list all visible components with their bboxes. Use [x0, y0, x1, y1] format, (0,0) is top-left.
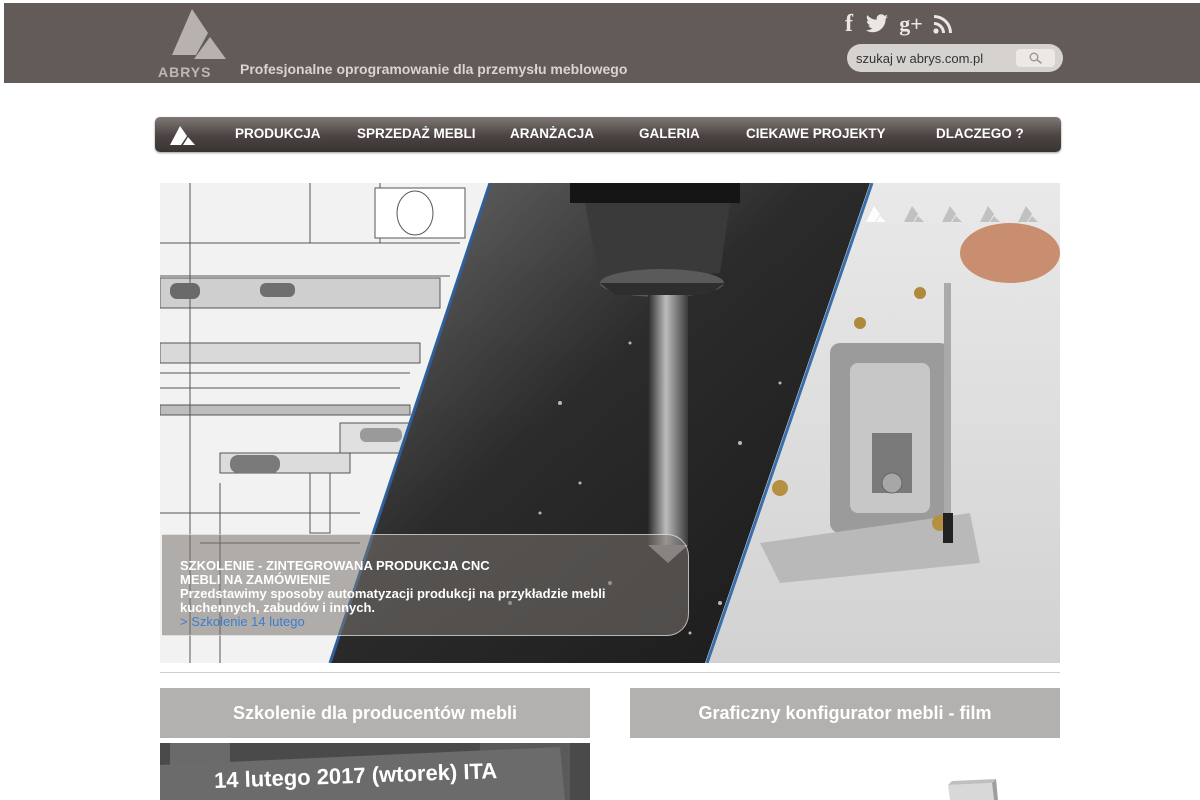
nav-item-produkcja[interactable]: PRODUKCJA [235, 126, 321, 141]
abrys-logo-icon [172, 9, 226, 59]
twitter-icon[interactable] [864, 11, 890, 37]
section-divider [160, 672, 1060, 673]
slide-2-dot-icon[interactable] [902, 205, 926, 223]
search-icon [1029, 52, 1042, 64]
nav-item-sprzedaz-mebli[interactable]: SPRZEDAŻ MEBLI [357, 126, 476, 141]
search-box [847, 44, 1063, 72]
box-training-title[interactable]: Szkolenie dla producentów mebli [160, 688, 590, 738]
box-training-image[interactable]: 14 lutego 2017 (wtorek) ITA [160, 743, 590, 800]
social-links: f g+ [842, 11, 954, 37]
nav-item-ciekawe-projekty[interactable]: CIEKAWE PROJEKTY [746, 126, 886, 141]
box-configurator-title[interactable]: Graficzny konfigurator mebli - film [630, 688, 1060, 738]
main-nav: PRODUKCJA SPRZEDAŻ MEBLI ARANŻACJA GALER… [155, 117, 1061, 152]
slide-4-dot-icon[interactable] [978, 205, 1002, 223]
search-input[interactable] [856, 49, 1006, 67]
logo-text: ABRYS [158, 64, 212, 80]
caption-title-line2: MEBLI NA ZAMÓWIENIE [180, 572, 331, 587]
facebook-icon[interactable]: f [842, 11, 856, 37]
abrys-logo[interactable]: ABRYS [158, 7, 238, 80]
site-tagline: Profesjonalne oprogramowanie dla przemys… [240, 61, 628, 77]
googleplus-icon[interactable]: g+ [898, 11, 924, 37]
caption-desc-line2: kuchennych, zabudów i innych. [180, 600, 376, 615]
nav-item-aranzacja[interactable]: ARANŻACJA [510, 126, 594, 141]
slide-3-dot-icon[interactable] [940, 205, 964, 223]
slide-5-dot-icon[interactable] [1016, 205, 1040, 223]
caption-desc-line1: Przedstawimy sposoby automatyzacji produ… [180, 586, 606, 601]
caption-link[interactable]: > Szkolenie 14 lutego [180, 615, 670, 629]
slide-1-dot-icon[interactable] [864, 205, 888, 223]
hero-slider[interactable]: SZKOLENIE - ZINTEGROWANA PRODUKCJA CNC M… [160, 183, 1060, 663]
slide-caption: SZKOLENIE - ZINTEGROWANA PRODUKCJA CNC M… [162, 534, 689, 636]
site-header: ABRYS Profesjonalne oprogramowanie dla p… [4, 3, 1200, 83]
search-button[interactable] [1016, 49, 1055, 67]
nav-home[interactable] [167, 124, 207, 148]
home-logo-icon [170, 126, 195, 145]
nav-item-dlaczego[interactable]: DLACZEGO ? [936, 126, 1024, 141]
rss-icon[interactable] [932, 11, 954, 37]
box-configurator-image[interactable] [630, 743, 1060, 800]
configurator-preview-image [948, 779, 998, 800]
slide-indicators [864, 205, 1040, 223]
caption-title-line1: SZKOLENIE - ZINTEGROWANA PRODUKCJA CNC [180, 558, 490, 573]
nav-item-galeria[interactable]: GALERIA [639, 126, 700, 141]
